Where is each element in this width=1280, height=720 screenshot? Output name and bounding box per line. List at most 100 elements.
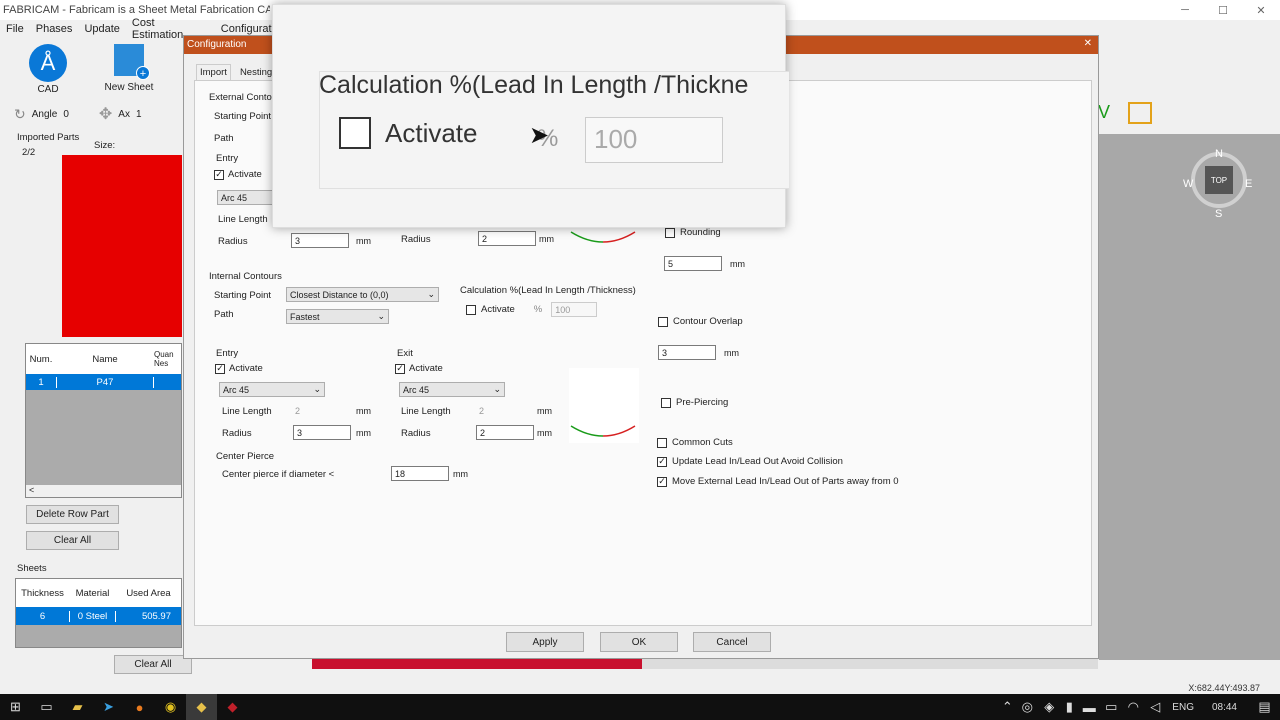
table-row[interactable]: 6 0 Steel 505.97 <box>16 607 181 625</box>
cancel-button[interactable]: Cancel <box>693 632 771 652</box>
new-sheet-button[interactable]: + New Sheet <box>100 44 158 96</box>
clear-all-parts-button[interactable]: Clear All <box>26 531 119 550</box>
fabricam-app-icon[interactable]: ◆ <box>186 694 217 720</box>
exit-title: Exit <box>397 348 413 359</box>
ext-entry-type-value: Arc 45 <box>221 192 248 203</box>
tray-chevron-icon[interactable]: ⌃ <box>998 694 1016 720</box>
exit-radius-unit: mm <box>537 428 552 438</box>
view-compass[interactable]: TOP <box>1191 152 1247 208</box>
tray-app-icon[interactable]: ◎ <box>1016 694 1038 720</box>
app-icon[interactable]: ◆ <box>217 694 248 720</box>
calc-activate-checkbox[interactable] <box>466 304 476 315</box>
menu-configuration[interactable]: Configurati <box>215 23 280 35</box>
entry-radius-input[interactable]: 3 <box>293 425 351 440</box>
compass-south: S <box>1215 208 1223 220</box>
ext-radius-unit: mm <box>356 236 371 246</box>
compass-west: W <box>1183 178 1194 190</box>
zoom-percent-input[interactable]: 100 <box>585 117 723 163</box>
delete-row-part-button[interactable]: Delete Row Part <box>26 505 119 524</box>
calc-percent-input[interactable]: 100 <box>551 302 598 317</box>
compass-north: N <box>1215 148 1223 160</box>
rotate-icon[interactable]: ↻ <box>14 106 26 123</box>
int-path-value: Fastest <box>290 311 320 322</box>
telegram-icon[interactable]: ➤ <box>93 694 124 720</box>
col-quantity: Quan Nes <box>154 350 174 368</box>
entry-activate-checkbox[interactable]: ✓ <box>215 363 225 374</box>
exit-radius-input[interactable]: 2 <box>476 425 534 440</box>
measure-icon[interactable] <box>1128 102 1152 124</box>
file-explorer-icon[interactable]: ▰ <box>62 694 93 720</box>
lead-preview <box>569 368 639 443</box>
move-icon[interactable]: ✥ <box>99 104 112 124</box>
ext-entry-type-select[interactable]: Arc 45 <box>217 190 277 205</box>
clock[interactable]: 08:44 <box>1200 702 1249 713</box>
menu-phases[interactable]: Phases <box>30 23 79 35</box>
chrome-icon[interactable]: ◉ <box>155 694 186 720</box>
tray-display-icon[interactable]: ▭ <box>1100 694 1122 720</box>
ok-button[interactable]: OK <box>600 632 678 652</box>
language-indicator[interactable]: ENG <box>1166 702 1200 713</box>
horizontal-scrollbar[interactable]: < <box>26 485 181 497</box>
windows-start-icon[interactable]: ⊞ <box>0 694 31 720</box>
menu-file[interactable]: File <box>0 23 30 35</box>
entry-type-select[interactable]: Arc 45 ⌄ <box>219 382 325 397</box>
exit-activate-label: Activate <box>409 363 443 374</box>
center-pierce-input[interactable]: 18 <box>391 466 449 481</box>
exit-activate-checkbox[interactable]: ✓ <box>395 363 405 374</box>
internal-contours-title: Internal Contours <box>209 271 282 282</box>
update-lead-checkbox[interactable]: ✓ <box>657 456 667 467</box>
int-starting-point-select[interactable]: Closest Distance to (0,0) ⌄ <box>286 287 439 302</box>
ext-exit-radius-unit: mm <box>539 234 554 244</box>
angle-value[interactable]: 0 <box>63 109 69 120</box>
dialog-close-icon[interactable]: ✕ <box>1084 38 1092 49</box>
tray-volume-icon[interactable]: ◁ <box>1144 694 1166 720</box>
common-cuts-checkbox[interactable] <box>657 437 667 448</box>
menu-update[interactable]: Update <box>78 23 125 35</box>
ext-radius-input[interactable]: 3 <box>291 233 349 248</box>
update-lead-label: Update Lead In/Lead Out Avoid Collision <box>672 456 843 467</box>
task-view-icon[interactable]: ▭ <box>31 694 62 720</box>
ext-entry-activate-checkbox[interactable]: ✓ <box>214 169 224 180</box>
rounding-input[interactable]: 5 <box>664 256 722 271</box>
tray-battery-icon[interactable]: ▬ <box>1078 694 1100 720</box>
zoom-activate-checkbox[interactable] <box>339 117 371 149</box>
maximize-icon[interactable]: ☐ <box>1204 4 1242 17</box>
int-starting-point-value: Closest Distance to (0,0) <box>290 289 389 300</box>
move-external-checkbox[interactable]: ✓ <box>657 476 667 487</box>
rounding-checkbox[interactable] <box>665 227 675 238</box>
rounding-label: Rounding <box>680 227 721 238</box>
table-row[interactable]: 1 P47 <box>26 374 181 390</box>
contour-overlap-input[interactable]: 3 <box>658 345 716 360</box>
chevron-down-icon: ⌄ <box>427 289 435 299</box>
clear-all-sheets-button[interactable]: Clear All <box>114 655 192 674</box>
top-view-button[interactable]: TOP <box>1205 166 1233 194</box>
exit-line-length-input[interactable]: 2 <box>476 403 534 418</box>
tray-wifi-icon[interactable]: ◠ <box>1122 694 1144 720</box>
tool-icon[interactable]: V <box>1098 102 1110 123</box>
pre-piercing-checkbox[interactable] <box>661 397 671 408</box>
ext-exit-radius-input[interactable]: 2 <box>478 231 536 246</box>
minimize-icon[interactable]: ─ <box>1166 4 1204 16</box>
cad-button[interactable]: Å CAD <box>28 44 68 96</box>
entry-line-length-label: Line Length <box>222 406 272 417</box>
firefox-icon[interactable]: ● <box>124 694 155 720</box>
exit-line-length-unit: mm <box>537 406 552 416</box>
int-path-select[interactable]: Fastest ⌄ <box>286 309 389 324</box>
ax-value[interactable]: 1 <box>136 109 142 120</box>
tab-import[interactable]: Import <box>196 64 231 80</box>
tray-network-icon[interactable]: ◈ <box>1038 694 1060 720</box>
int-starting-point-label: Starting Point <box>214 290 272 301</box>
ext-line-length-label: Line Length <box>218 214 268 225</box>
notifications-icon[interactable]: ▤ <box>1249 694 1280 720</box>
tray-usb-icon[interactable]: ▮ <box>1060 694 1078 720</box>
drawing-canvas[interactable]: TOP N S E W <box>1099 134 1280 660</box>
close-icon[interactable]: ✕ <box>1242 4 1280 17</box>
taskbar: ⊞ ▭ ▰ ➤ ● ◉ ◆ ◆ ⌃ ◎ ◈ ▮ ▬ ▭ ◠ ◁ ENG 08:4… <box>0 694 1280 720</box>
calc-percent-label: % <box>533 304 543 315</box>
entry-line-length-input[interactable]: 2 <box>292 403 350 418</box>
contour-overlap-unit: mm <box>724 348 739 358</box>
center-pierce-unit: mm <box>453 469 468 479</box>
contour-overlap-checkbox[interactable] <box>658 316 668 327</box>
exit-type-select[interactable]: Arc 45 ⌄ <box>399 382 505 397</box>
apply-button[interactable]: Apply <box>506 632 584 652</box>
